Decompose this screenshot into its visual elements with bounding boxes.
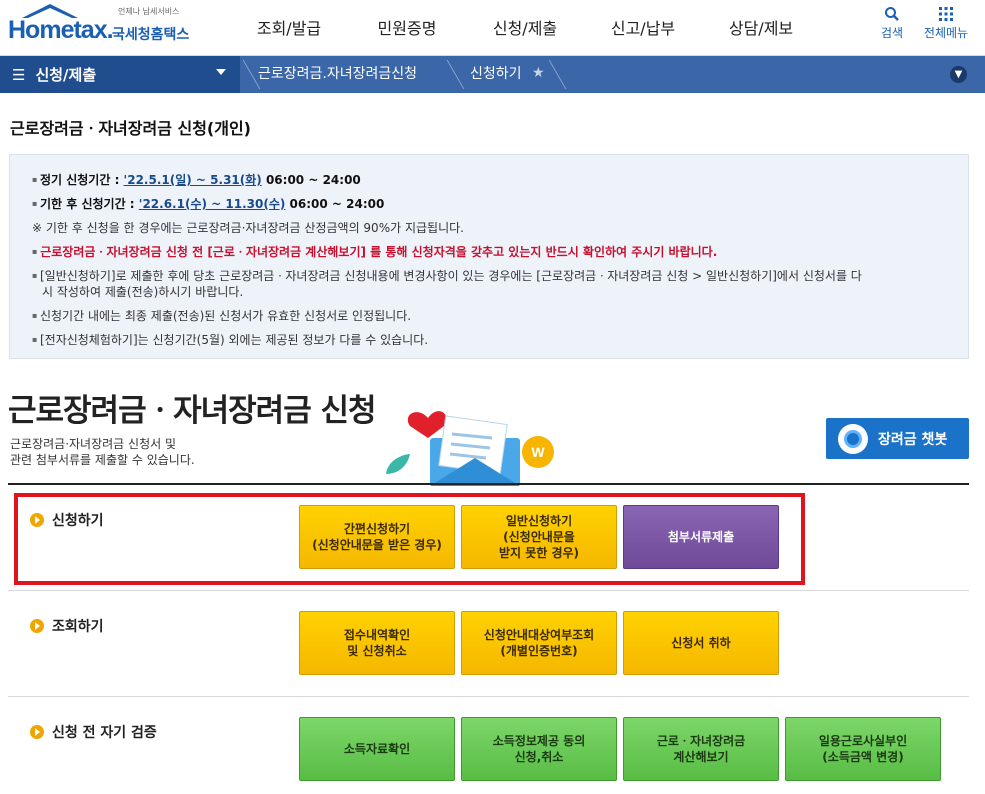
gnb-item-inquiry[interactable]: 조회/발급 — [230, 0, 348, 56]
search-label: 검색 — [880, 26, 904, 40]
svg-text:W: W — [531, 444, 545, 460]
logo-org-name: 국세청홈택스 — [112, 27, 190, 43]
notice-box: 정기 신청기간 : '22.5.1(일) ~ 5.31(화) 06:00 ~ 2… — [9, 154, 969, 359]
section-divider — [8, 696, 969, 697]
highlight-box — [14, 493, 805, 585]
logo-tagline: 언제나 납세서비스 — [118, 7, 180, 16]
notice-late-note: ※ 기한 후 신청을 한 경우에는 근로장려금·자녀장려금 산정금액의 90%가… — [32, 221, 464, 235]
bullet-arrow-icon — [30, 725, 44, 739]
section-heading: 근로장려금ㆍ자녀장려금 신청 — [8, 393, 377, 429]
daily-work-denial-button[interactable]: 일용근로사실부인 (소득금액 변경) — [785, 717, 941, 781]
top-header: 언제나 납세서비스 Hometax. 국세청홈택스 조회/발급 민원증명 신청/… — [0, 0, 985, 56]
notice-valid: 신청기간 내에는 최종 제출(전송)된 신청서가 유효한 신청서로 인정됩니다. — [32, 308, 946, 324]
chatbot-button[interactable]: 장려금 챗봇 — [826, 418, 969, 459]
search-icon — [872, 6, 912, 24]
grid-menu-icon — [918, 6, 974, 24]
income-info-consent-button[interactable]: 소득정보제공 동의 신청,취소 — [461, 717, 617, 781]
all-menu-button[interactable]: 전체메뉴 — [918, 6, 974, 41]
chatbot-robot-icon — [838, 423, 868, 454]
hamburger-icon: ☰ — [12, 65, 26, 84]
hometax-logo[interactable]: 언제나 납세서비스 Hometax. 국세청홈택스 — [8, 4, 198, 50]
location-bar: ☰ 신청/제출 근로장려금.자녀장려금신청 신청하기 ★ ▼ — [0, 56, 985, 93]
notice-regular-period: 정기 신청기간 : '22.5.1(일) ~ 5.31(화) 06:00 ~ 2… — [32, 172, 946, 188]
category-dropdown[interactable]: ☰ 신청/제출 — [0, 56, 240, 93]
logo-wordmark: Hometax. — [8, 16, 114, 44]
notice-trial: [전자신청체험하기]는 신청기간(5월) 외에는 제공된 정보가 다를 수 있습… — [32, 332, 946, 348]
breadcrumb-item-apply[interactable]: 신청하기 — [470, 56, 522, 93]
caret-down-icon — [216, 69, 226, 75]
all-menu-label: 전체메뉴 — [923, 26, 969, 40]
search-button[interactable]: 검색 — [872, 6, 912, 41]
gnb-item-report-pay[interactable]: 신고/납부 — [584, 0, 702, 56]
category-label: 신청/제출 — [35, 66, 97, 84]
notice-general-apply: [일반신청하기]로 제출한 후에 당초 근로장려금ㆍ자녀장려금 신청내용에 변경… — [32, 268, 946, 300]
section-label-selfcheck: 신청 전 자기 검증 — [30, 722, 157, 742]
breadcrumb-separator — [427, 60, 465, 89]
gnb-item-consult[interactable]: 상담/제보 — [702, 0, 820, 56]
receipt-check-button[interactable]: 접수내역확인 및 신청취소 — [299, 611, 455, 675]
chatbot-label: 장려금 챗봇 — [878, 431, 948, 448]
eligibility-inquiry-button[interactable]: 신청안내대상여부조회 (개별인증번호) — [461, 611, 617, 675]
withdraw-application-button[interactable]: 신청서 취하 — [623, 611, 779, 675]
section-label-inquiry: 조회하기 — [30, 616, 104, 636]
gnb-item-apply[interactable]: 신청/제출 — [466, 0, 584, 56]
breadcrumb-item-incentive[interactable]: 근로장려금.자녀장려금신청 — [258, 56, 417, 93]
envelope-illustration: W — [386, 411, 554, 486]
incentive-calculator-button[interactable]: 근로ㆍ자녀장려금 계산해보기 — [623, 717, 779, 781]
section-divider-top — [8, 483, 969, 485]
global-nav: 조회/발급 민원증명 신청/제출 신고/납부 상담/제보 — [230, 0, 820, 56]
gnb-item-certificates[interactable]: 민원증명 — [348, 0, 466, 56]
page-title: 근로장려금ㆍ자녀장려금 신청(개인) — [10, 119, 251, 138]
notice-late-period: 기한 후 신청기간 : '22.6.1(수) ~ 11.30(수) 06:00 … — [32, 196, 946, 212]
section-divider — [8, 590, 969, 591]
section-description: 근로장려금·자녀장려금 신청서 및 관련 첨부서류를 제출할 수 있습니다. — [10, 437, 195, 467]
expand-down-icon[interactable]: ▼ — [950, 66, 967, 83]
notice-warning: 근로장려금ㆍ자녀장려금 신청 전 [근로ㆍ자녀장려금 계산해보기] 를 통해 신… — [32, 244, 946, 260]
income-data-check-button[interactable]: 소득자료확인 — [299, 717, 455, 781]
bullet-arrow-icon — [30, 619, 44, 633]
